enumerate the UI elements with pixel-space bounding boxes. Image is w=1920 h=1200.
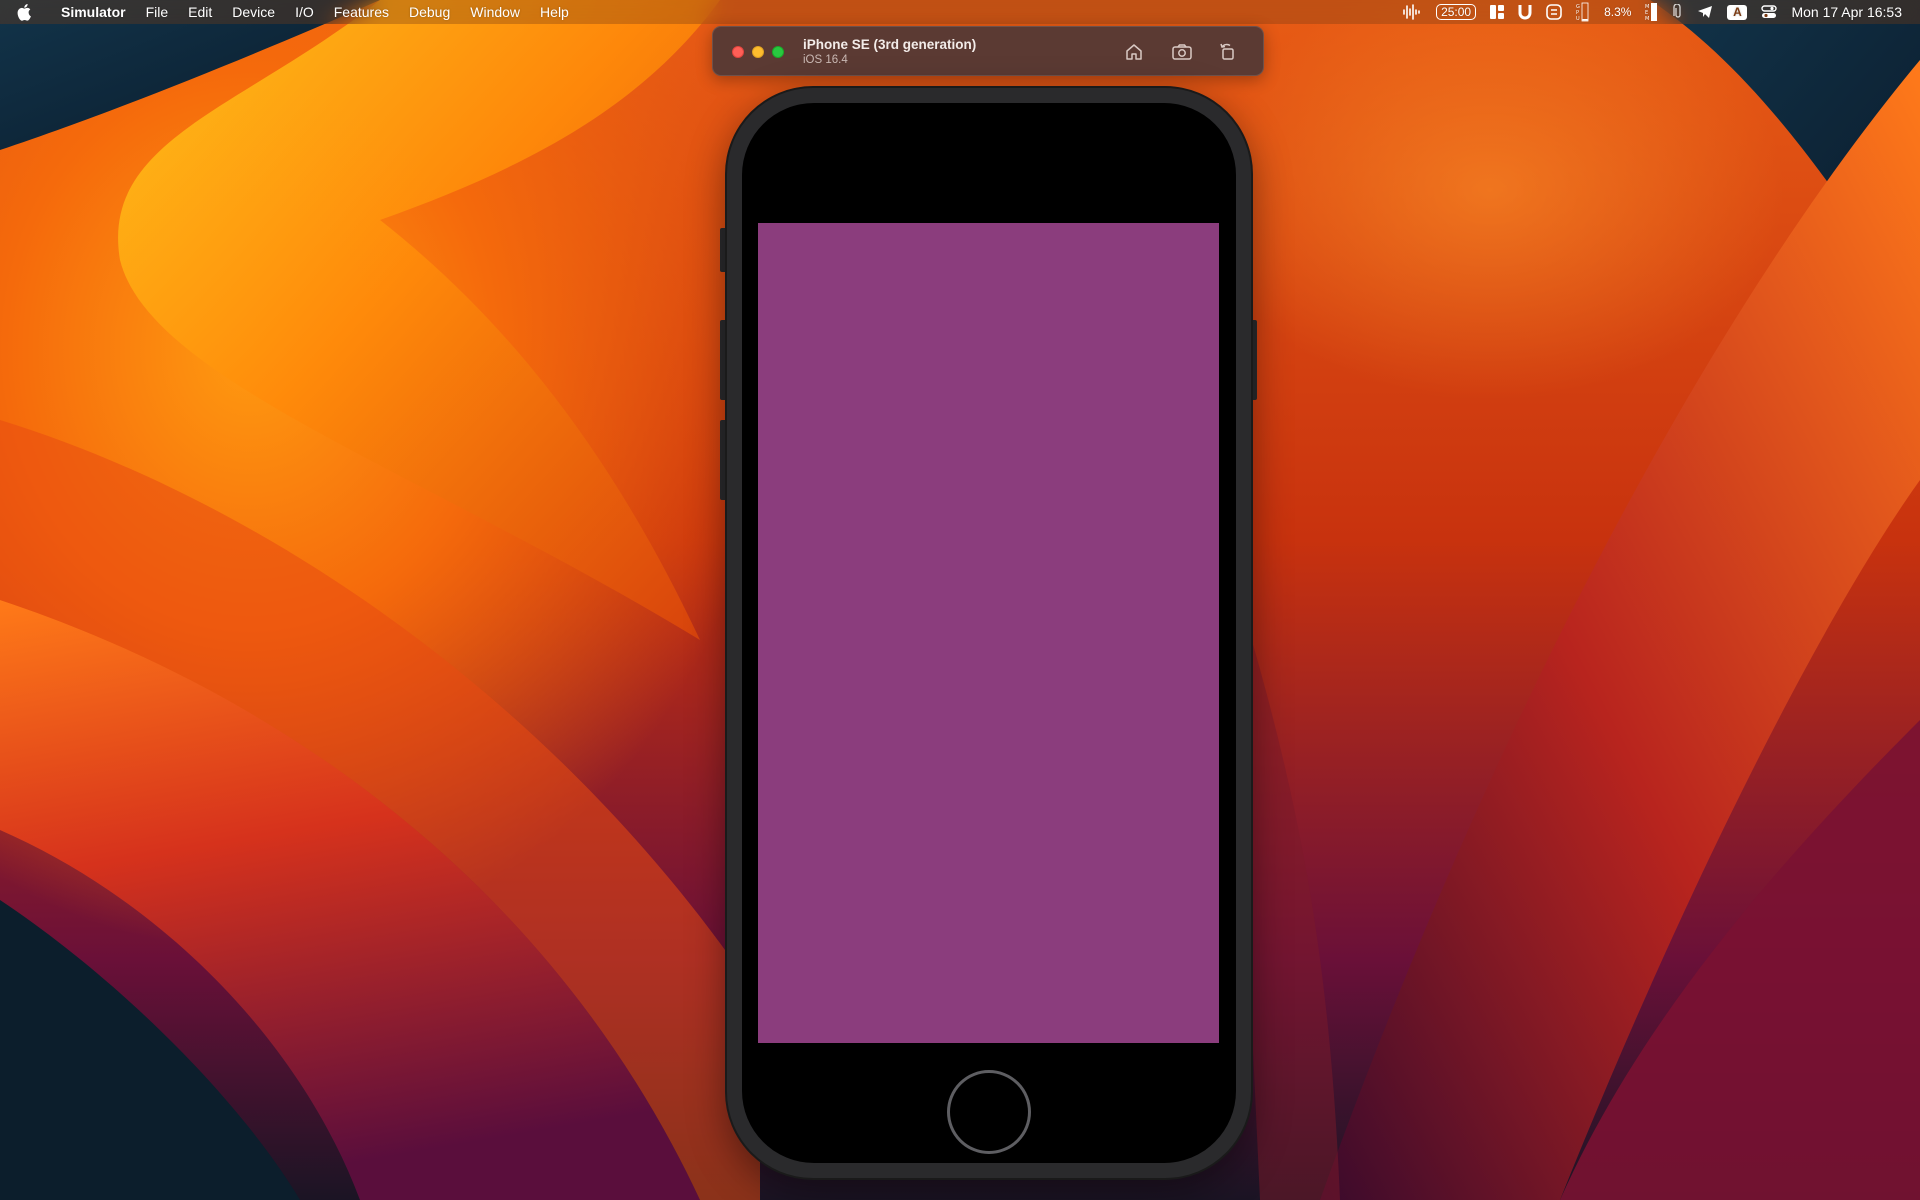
power-button[interactable] [1250, 320, 1257, 400]
device-screen[interactable] [758, 223, 1219, 1043]
gpu-meter-icon: G P U [1576, 0, 1590, 24]
window-layout-icon[interactable] [1490, 0, 1505, 24]
home-toolbar-button[interactable] [1121, 40, 1147, 64]
svg-text:U: U [1576, 16, 1580, 22]
menu-window[interactable]: Window [460, 0, 530, 24]
home-icon [1126, 44, 1142, 60]
svg-text:M: M [1645, 16, 1649, 22]
waveform-icon[interactable] [1402, 0, 1422, 24]
cpu-percent: 8.3% [1604, 5, 1632, 19]
rotate-toolbar-button[interactable] [1215, 40, 1241, 64]
memory-meter-icon: M E M [1645, 0, 1659, 24]
menu-clock[interactable]: Mon 17 Apr 16:53 [1791, 4, 1902, 20]
close-window-button[interactable] [732, 46, 744, 58]
menu-edit[interactable]: Edit [178, 0, 222, 24]
minimize-window-button[interactable] [752, 46, 764, 58]
rotate-icon [1220, 43, 1234, 60]
u-logo-icon[interactable] [1518, 0, 1532, 24]
zoom-window-button[interactable] [772, 46, 784, 58]
screenshot-toolbar-button[interactable] [1169, 40, 1195, 64]
sync-icon[interactable] [1546, 0, 1562, 24]
menu-device[interactable]: Device [222, 0, 285, 24]
menu-help[interactable]: Help [530, 0, 579, 24]
menu-features[interactable]: Features [324, 0, 399, 24]
device-name: iPhone SE (3rd generation) [803, 37, 977, 52]
timer-badge[interactable]: 25:00 [1436, 4, 1477, 20]
control-center-icon[interactable] [1761, 0, 1778, 24]
menu-debug[interactable]: Debug [399, 0, 460, 24]
camera-icon [1172, 44, 1192, 60]
os-version: iOS 16.4 [803, 54, 848, 66]
menu-app-name[interactable]: Simulator [53, 0, 136, 24]
iphone-home-button[interactable] [947, 1070, 1031, 1154]
menu-io[interactable]: I/O [285, 0, 324, 24]
menu-bar: Simulator File Edit Device I/O Features … [0, 0, 1920, 24]
telegram-icon[interactable] [1697, 0, 1713, 24]
paperclip-icon[interactable] [1673, 0, 1683, 24]
apple-logo-icon[interactable] [17, 0, 39, 24]
input-source-badge[interactable]: A [1727, 4, 1748, 20]
simulator-title-bar[interactable]: iPhone SE (3rd generation) iOS 16.4 [712, 26, 1264, 76]
menu-file[interactable]: File [136, 0, 179, 24]
